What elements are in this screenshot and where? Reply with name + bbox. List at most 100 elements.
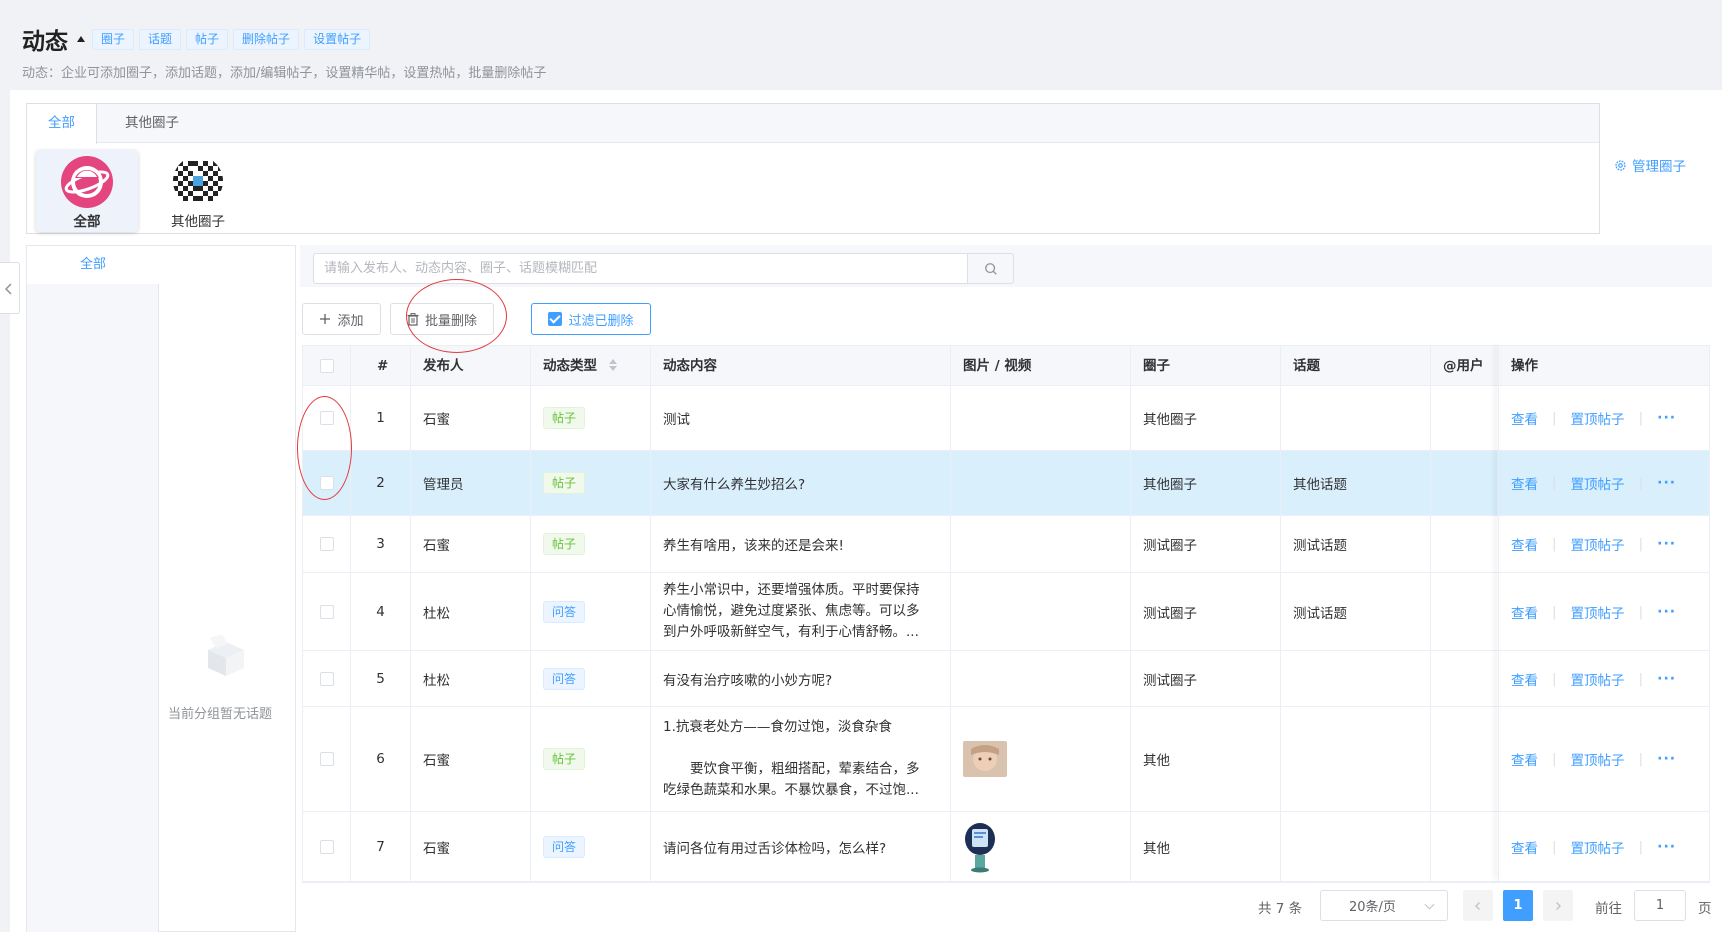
divider: | <box>1552 475 1557 491</box>
more-icon[interactable]: ··· <box>1657 604 1676 620</box>
more-icon[interactable]: ··· <box>1657 475 1676 491</box>
header-actions: 操作 <box>1511 358 1538 374</box>
row-mention <box>1431 651 1499 706</box>
row-type-cell: 帖子 <box>531 386 651 450</box>
divider: | <box>1638 670 1644 687</box>
row-checkbox[interactable] <box>319 671 334 686</box>
row-author: 石蜜 <box>411 812 531 881</box>
goto-page-input[interactable] <box>1634 890 1686 921</box>
row-checkbox[interactable] <box>319 411 334 425</box>
manage-circle-button[interactable]: 管理圈子 <box>1614 155 1686 175</box>
more-icon[interactable]: ··· <box>1657 751 1676 767</box>
add-button[interactable]: 添加 <box>302 303 381 335</box>
caret-up-icon[interactable] <box>77 36 85 42</box>
row-actions: 查看 | 置顶帖子 | ··· <box>1499 707 1709 811</box>
filter-deleted-checkbox[interactable]: 过滤已删除 <box>531 303 651 335</box>
view-link[interactable]: 查看 <box>1511 602 1538 622</box>
search-input[interactable] <box>313 253 968 284</box>
page-title: 动态 <box>22 29 68 55</box>
row-topic <box>1281 812 1431 881</box>
prev-page-button[interactable] <box>1463 890 1493 921</box>
header-select-all[interactable] <box>303 346 351 386</box>
select-all-checkbox[interactable] <box>319 359 334 373</box>
empty-box-icon <box>200 630 252 678</box>
circle-card-other[interactable]: 其他圈子 <box>147 150 249 232</box>
header-type[interactable]: 动态类型 <box>531 346 651 386</box>
sidebar-collapse-toggle[interactable] <box>0 262 20 314</box>
chevron-down-icon <box>1424 899 1435 910</box>
row-checkbox-cell <box>303 707 351 811</box>
tab-other-circle[interactable]: 其他圈子 <box>102 104 202 143</box>
row-number: 3 <box>351 516 411 572</box>
row-checkbox[interactable] <box>319 604 334 619</box>
divider: | <box>1638 410 1644 426</box>
row-mention <box>1431 451 1499 515</box>
goto-label: 前往 <box>1595 901 1622 917</box>
fixed-column-shadow <box>1498 345 1500 880</box>
row-type-cell: 问答 <box>531 573 651 650</box>
type-tag: 帖子 <box>543 407 586 429</box>
pin-post-link[interactable]: 置顶帖子 <box>1571 669 1625 689</box>
row-checkbox[interactable] <box>319 476 334 490</box>
pin-post-link[interactable]: 置顶帖子 <box>1571 473 1625 493</box>
row-author: 石蜜 <box>411 516 531 572</box>
row-media <box>951 812 1131 881</box>
pin-post-link[interactable]: 置顶帖子 <box>1571 602 1625 622</box>
page-size-select[interactable]: 20条/页 <box>1320 890 1448 921</box>
pin-post-link[interactable]: 置顶帖子 <box>1571 408 1625 428</box>
page-unit-label: 页 <box>1698 901 1712 917</box>
more-icon[interactable]: ··· <box>1657 671 1676 687</box>
view-link[interactable]: 查看 <box>1511 749 1538 769</box>
view-link[interactable]: 查看 <box>1511 669 1538 689</box>
next-page-button[interactable] <box>1543 890 1573 921</box>
row-checkbox-cell <box>303 651 351 706</box>
row-author: 杜松 <box>411 573 531 650</box>
type-tag: 帖子 <box>543 748 586 770</box>
tree-group-column <box>27 284 159 932</box>
type-tag: 问答 <box>543 600 586 623</box>
row-number: 7 <box>351 812 411 881</box>
tree-header: 全部 <box>27 246 295 284</box>
more-icon[interactable]: ··· <box>1657 536 1676 552</box>
row-actions: 查看 | 置顶帖子 | ··· <box>1499 812 1709 881</box>
tab-all[interactable]: 全部 <box>27 104 97 144</box>
row-content: 养生有啥用，该来的还是会来! <box>651 516 951 572</box>
pin-post-link[interactable]: 置顶帖子 <box>1571 837 1625 857</box>
row-checkbox[interactable] <box>319 752 334 766</box>
row-checkbox[interactable] <box>319 839 334 854</box>
view-link[interactable]: 查看 <box>1511 534 1538 554</box>
row-circle: 测试圈子 <box>1131 573 1281 650</box>
page-number-current[interactable]: 1 <box>1503 890 1533 921</box>
tag-post[interactable]: 帖子 <box>186 29 229 50</box>
pin-post-link[interactable]: 置顶帖子 <box>1571 534 1625 554</box>
circle-card-all[interactable]: 全部 <box>36 150 138 232</box>
row-mention <box>1431 573 1499 650</box>
view-link[interactable]: 查看 <box>1511 408 1538 428</box>
view-link[interactable]: 查看 <box>1511 837 1538 857</box>
tag-delete-post[interactable]: 删除帖子 <box>233 29 300 50</box>
more-icon[interactable]: ··· <box>1657 839 1676 855</box>
divider: | <box>1638 536 1644 552</box>
tag-topic[interactable]: 话题 <box>139 29 182 50</box>
sort-icon[interactable] <box>608 358 618 372</box>
view-link[interactable]: 查看 <box>1511 473 1538 493</box>
video-thumbnail[interactable] <box>963 821 997 873</box>
tag-set-post[interactable]: 设置帖子 <box>304 29 371 50</box>
row-number: 4 <box>351 573 411 650</box>
row-circle: 其他 <box>1131 707 1281 811</box>
pin-post-link[interactable]: 置顶帖子 <box>1571 749 1625 769</box>
row-checkbox[interactable] <box>319 537 334 551</box>
row-circle: 其他圈子 <box>1131 451 1281 515</box>
tag-circle[interactable]: 圈子 <box>92 29 135 50</box>
type-tag: 问答 <box>543 667 586 690</box>
header-type-label: 动态类型 <box>543 358 597 374</box>
search-button[interactable] <box>967 253 1014 284</box>
image-thumbnail[interactable] <box>963 741 1007 777</box>
filter-deleted-label: 过滤已删除 <box>568 313 634 329</box>
header-tag-row: 圈子 话题 帖子 删除帖子 设置帖子 <box>92 29 371 50</box>
row-number: 5 <box>351 651 411 706</box>
tree-item-all[interactable]: 全部 <box>27 246 159 284</box>
more-icon[interactable]: ··· <box>1657 410 1676 426</box>
batch-delete-button[interactable]: 批量删除 <box>390 303 494 335</box>
content-text: 养生小常识中，还要增强体质。平时要保持 心情愉悦，避免过度紧张、焦虑等。可以多 到户… <box>663 582 920 640</box>
